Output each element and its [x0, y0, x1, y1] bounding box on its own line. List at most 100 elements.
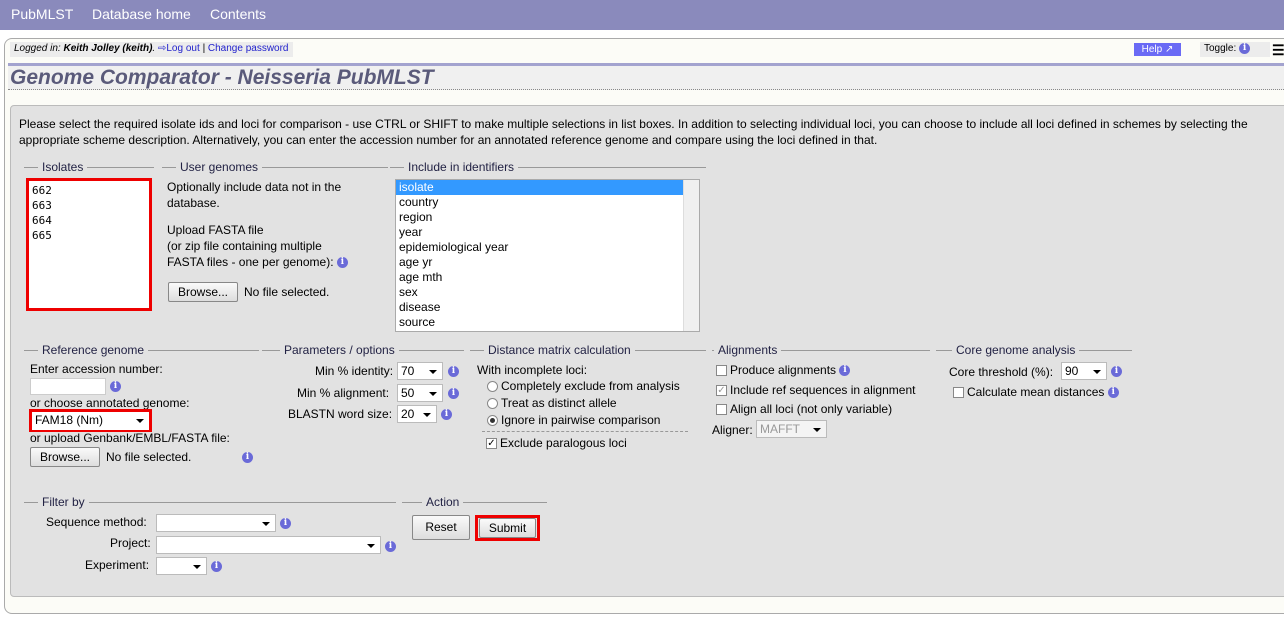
mean-distances-checkbox[interactable]: Calculate mean distances i	[953, 385, 1119, 399]
no-file-text: No file selected.	[244, 285, 330, 299]
reset-button[interactable]: Reset	[412, 515, 470, 540]
toggle-label: Toggle:	[1204, 43, 1240, 55]
legend: Parameters / options	[280, 343, 399, 357]
nav-contents[interactable]: Contents	[210, 6, 266, 22]
label: Ignore in pairwise comparison	[501, 413, 661, 427]
identifier-option[interactable]: country	[396, 195, 699, 210]
isolates-fieldset: Isolates	[24, 160, 154, 174]
text: FASTA files - one per genome):	[167, 255, 334, 269]
legend: Include in identifiers	[404, 160, 519, 174]
core-fieldset: Core genome analysis	[936, 343, 1132, 357]
label: Enter accession number:	[30, 362, 163, 376]
top-nav: PubMLST Database home Contents	[0, 0, 1284, 30]
experiment-select[interactable]	[156, 557, 207, 575]
label: Completely exclude from analysis	[501, 379, 680, 393]
radio[interactable]	[487, 398, 498, 410]
identifier-option[interactable]: region	[396, 210, 699, 225]
browse-button[interactable]: Browse...	[168, 282, 238, 302]
project-select[interactable]	[156, 536, 381, 554]
identifiers-fieldset: Include in identifiers	[390, 160, 706, 174]
text: Optionally include data not in the	[167, 180, 342, 194]
identifier-option[interactable]: source	[396, 315, 699, 330]
info-icon[interactable]: i	[1239, 43, 1251, 54]
core-threshold-select[interactable]: 90	[1061, 362, 1107, 380]
nav-database-home[interactable]: Database home	[92, 6, 191, 22]
info-icon[interactable]: i	[211, 561, 222, 572]
sequence-method-select[interactable]	[156, 514, 276, 532]
identifier-option[interactable]: year	[396, 225, 699, 240]
identifier-option[interactable]: epidemiological year	[396, 240, 699, 255]
info-icon[interactable]: i	[336, 257, 348, 269]
toggle[interactable]: Toggle: i	[1200, 42, 1270, 57]
aligner-select[interactable]: MAFFT	[756, 420, 827, 438]
sep: |	[199, 43, 208, 54]
incomplete-loci-radio[interactable]: Completely exclude from analysis	[487, 379, 680, 393]
identifier-option[interactable]: isolate	[396, 180, 699, 195]
info-icon[interactable]: i	[385, 541, 396, 552]
info-icon[interactable]: i	[110, 381, 121, 392]
nav-pubmlst[interactable]: PubMLST	[11, 6, 73, 22]
legend: Distance matrix calculation	[484, 343, 635, 357]
checkbox[interactable]	[716, 404, 727, 416]
logout-link[interactable]: ⇨Log out	[158, 43, 200, 54]
checkbox[interactable]: ✓	[716, 385, 727, 397]
legend: User genomes	[176, 160, 263, 174]
checkbox[interactable]	[716, 365, 727, 377]
text: Upload FASTA file	[167, 223, 264, 237]
incomplete-loci-radio[interactable]: Ignore in pairwise comparison	[487, 413, 660, 427]
info-icon[interactable]: i	[1107, 387, 1119, 399]
produce-alignments-checkbox[interactable]: Produce alignments i	[716, 363, 851, 377]
min-identity-select[interactable]: 70	[397, 362, 443, 380]
alignments-fieldset: Alignments	[712, 343, 930, 357]
scrollbar[interactable]	[683, 180, 699, 331]
legend: Action	[422, 495, 464, 509]
info-icon[interactable]: i	[1111, 366, 1122, 377]
legend: Isolates	[38, 160, 88, 174]
identifier-option[interactable]: sex	[396, 285, 699, 300]
change-password-link[interactable]: Change password	[208, 43, 289, 54]
identifiers-listbox[interactable]: isolate country region year epidemiological …	[395, 179, 700, 332]
label: Core threshold (%):	[949, 365, 1054, 379]
include-ref-checkbox[interactable]: ✓ Include ref sequences in alignment	[716, 383, 915, 397]
label: Align all loci (not only variable)	[730, 402, 893, 416]
align-all-checkbox[interactable]: Align all loci (not only variable)	[716, 402, 892, 416]
incomplete-loci-radio[interactable]: Treat as distinct allele	[487, 396, 617, 410]
label: Include ref sequences in alignment	[730, 383, 916, 397]
isolates-textarea[interactable]: 662 663 664 665	[29, 181, 149, 308]
radio[interactable]	[487, 415, 498, 427]
divider	[482, 431, 688, 432]
info-icon[interactable]: i	[839, 365, 851, 377]
accession-input[interactable]	[30, 378, 106, 395]
intro-text: Please select the required isolate ids a…	[19, 117, 1248, 147]
radio[interactable]	[487, 381, 498, 393]
info-icon[interactable]: i	[280, 518, 291, 529]
identifier-option[interactable]: disease	[396, 300, 699, 315]
annotated-genome-select[interactable]: FAM18 (Nm)	[32, 412, 149, 430]
info-icon[interactable]: i	[242, 452, 253, 463]
info-icon[interactable]: i	[448, 366, 459, 377]
parameters-fieldset: Parameters / options	[262, 343, 464, 357]
word-size-select[interactable]: 20	[397, 405, 437, 423]
label: or upload Genbank/EMBL/FASTA file:	[30, 431, 230, 445]
menu-icon[interactable]: ☰	[1272, 42, 1284, 59]
exclude-paralogous-checkbox[interactable]: ✓ Exclude paralogous loci	[486, 436, 627, 450]
identifier-option[interactable]: age mth	[396, 270, 699, 285]
min-alignment-select[interactable]: 50	[397, 384, 443, 402]
checkbox[interactable]	[953, 387, 964, 399]
action-fieldset: Action	[402, 495, 547, 509]
checkbox[interactable]: ✓	[486, 438, 497, 450]
legend: Reference genome	[38, 343, 149, 357]
user-genomes-fieldset: User genomes	[162, 160, 388, 174]
browse-button[interactable]: Browse...	[30, 447, 100, 467]
label: BLASTN word size:	[288, 407, 393, 421]
label: Sequence method:	[46, 515, 147, 529]
label: Experiment:	[85, 558, 150, 572]
label: Produce alignments	[730, 363, 837, 377]
info-icon[interactable]: i	[441, 409, 452, 420]
help-button[interactable]: Help ↗	[1134, 43, 1181, 56]
info-icon[interactable]: i	[448, 388, 459, 399]
submit-button[interactable]: Submit	[479, 518, 536, 538]
login-prefix: Logged in:	[14, 43, 64, 54]
label: Aligner:	[712, 423, 753, 437]
identifier-option[interactable]: age yr	[396, 255, 699, 270]
